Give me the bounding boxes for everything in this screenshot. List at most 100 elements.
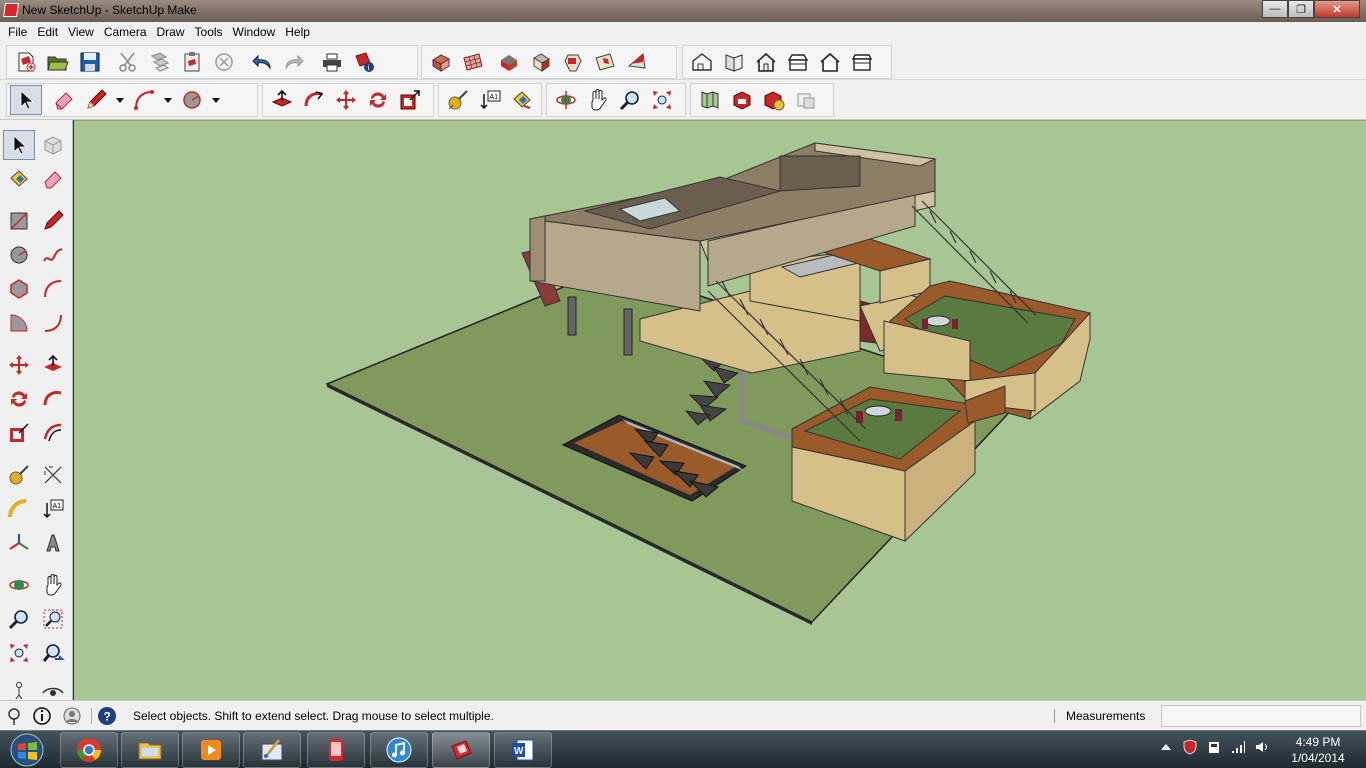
hidden-line-button[interactable] bbox=[782, 47, 814, 77]
left-push-pull-button[interactable] bbox=[37, 350, 69, 380]
right-view-button[interactable] bbox=[525, 47, 557, 77]
left-freehand-button[interactable] bbox=[37, 240, 69, 270]
left-select-button[interactable] bbox=[3, 130, 35, 160]
pan-tool-button[interactable] bbox=[582, 85, 614, 115]
back-edges-button[interactable] bbox=[718, 47, 750, 77]
zoom-extents-button[interactable] bbox=[646, 85, 678, 115]
eraser-tool-button[interactable] bbox=[48, 85, 80, 115]
taskbar-chrome[interactable] bbox=[60, 732, 118, 768]
taskbar-word[interactable]: W bbox=[494, 732, 552, 768]
arc-tool-button[interactable] bbox=[128, 85, 160, 115]
paint-bucket-tool-button[interactable] bbox=[506, 85, 538, 115]
cut-button[interactable] bbox=[112, 47, 144, 77]
redo-button[interactable] bbox=[278, 47, 310, 77]
left-paint-bucket-button[interactable] bbox=[3, 164, 35, 194]
xray-style-button[interactable] bbox=[686, 47, 718, 77]
left-rotate-button[interactable] bbox=[3, 384, 35, 414]
text-tool-button[interactable]: A1 bbox=[474, 85, 506, 115]
user-account-icon[interactable] bbox=[62, 706, 82, 726]
print-button[interactable] bbox=[316, 47, 348, 77]
left-previous-view-button[interactable] bbox=[37, 638, 69, 668]
left-polygon-button[interactable] bbox=[3, 274, 35, 304]
shape-tool-button[interactable] bbox=[176, 85, 208, 115]
show-hidden-icons-chevron-up-icon[interactable] bbox=[1158, 739, 1174, 755]
left-view-button[interactable] bbox=[589, 47, 621, 77]
credits-icon[interactable] bbox=[32, 706, 52, 726]
wireframe-button[interactable] bbox=[750, 47, 782, 77]
share-model-button[interactable] bbox=[758, 85, 790, 115]
front-view-button[interactable] bbox=[493, 47, 525, 77]
line-tool-button[interactable] bbox=[80, 85, 112, 115]
volume-icon[interactable] bbox=[1254, 739, 1270, 755]
get-models-button[interactable] bbox=[726, 85, 758, 115]
shape-dropdown-button[interactable] bbox=[208, 85, 224, 115]
copy-button[interactable] bbox=[144, 47, 176, 77]
left-offset-button[interactable] bbox=[37, 418, 69, 448]
taskbar-phone-app[interactable] bbox=[307, 732, 365, 768]
move-tool-button[interactable] bbox=[330, 85, 362, 115]
extension-warehouse-button[interactable] bbox=[790, 85, 822, 115]
left-protractor-button[interactable] bbox=[3, 494, 35, 524]
menu-draw[interactable]: Draw bbox=[152, 25, 190, 39]
taskbar-explorer[interactable] bbox=[121, 732, 179, 768]
left-rectangle-button[interactable] bbox=[3, 206, 35, 236]
left-text-button[interactable]: A1 bbox=[37, 494, 69, 524]
left-orbit-button[interactable] bbox=[3, 570, 35, 600]
arc-dropdown-button[interactable] bbox=[160, 85, 176, 115]
iso-view-button[interactable] bbox=[425, 47, 457, 77]
left-pie-button[interactable] bbox=[3, 308, 35, 338]
taskbar-paint[interactable] bbox=[243, 732, 301, 768]
left-line-button[interactable] bbox=[37, 206, 69, 236]
left-dimension-button[interactable] bbox=[37, 460, 69, 490]
menu-edit[interactable]: Edit bbox=[32, 25, 63, 39]
left-zoom-extents-button[interactable] bbox=[3, 638, 35, 668]
taskbar-media-player[interactable] bbox=[182, 732, 240, 768]
close-button[interactable]: ✕ bbox=[1314, 0, 1360, 18]
minimize-button[interactable]: — bbox=[1262, 0, 1288, 18]
line-dropdown-button[interactable] bbox=[112, 85, 128, 115]
left-circle-button[interactable] bbox=[3, 240, 35, 270]
back-view-button[interactable] bbox=[557, 47, 589, 77]
taskbar-itunes[interactable] bbox=[370, 732, 428, 768]
orbit-tool-button[interactable] bbox=[550, 85, 582, 115]
left-zoom-window-button[interactable] bbox=[37, 604, 69, 634]
left-3d-text-button[interactable] bbox=[37, 528, 69, 558]
left-tape-measure-button[interactable] bbox=[3, 460, 35, 490]
menu-file[interactable]: File bbox=[3, 25, 32, 39]
network-signal-icon[interactable] bbox=[1230, 739, 1246, 755]
left-scale-button[interactable] bbox=[3, 418, 35, 448]
rotate-tool-button[interactable] bbox=[362, 85, 394, 115]
start-orb-icon[interactable] bbox=[4, 732, 50, 768]
model-info-button[interactable]: i bbox=[348, 47, 380, 77]
menu-tools[interactable]: Tools bbox=[190, 25, 228, 39]
menu-window[interactable]: Window bbox=[228, 25, 281, 39]
left-3point-arc-button[interactable] bbox=[37, 308, 69, 338]
paste-button[interactable] bbox=[176, 47, 208, 77]
taskbar-sketchup[interactable] bbox=[432, 732, 490, 768]
left-eraser-button[interactable] bbox=[37, 164, 69, 194]
open-button[interactable] bbox=[42, 47, 74, 77]
model-viewport[interactable] bbox=[74, 120, 1366, 700]
left-move-button[interactable] bbox=[3, 350, 35, 380]
measurements-input[interactable] bbox=[1161, 705, 1361, 727]
maximize-button[interactable]: ❐ bbox=[1288, 0, 1314, 18]
tape-measure-tool-button[interactable] bbox=[442, 85, 474, 115]
push-pull-tool-button[interactable] bbox=[266, 85, 298, 115]
menu-camera[interactable]: Camera bbox=[99, 25, 152, 39]
select-tool-button[interactable] bbox=[10, 85, 42, 115]
save-button[interactable] bbox=[74, 47, 106, 77]
help-icon[interactable]: ? bbox=[97, 706, 117, 726]
zoom-tool-button[interactable] bbox=[614, 85, 646, 115]
menu-help[interactable]: Help bbox=[280, 25, 315, 39]
left-follow-me-button[interactable] bbox=[37, 384, 69, 414]
shaded-textures-button[interactable] bbox=[846, 47, 878, 77]
left-component-button[interactable] bbox=[37, 130, 69, 160]
device-icon[interactable] bbox=[1206, 739, 1222, 755]
left-zoom-button[interactable] bbox=[3, 604, 35, 634]
shaded-button[interactable] bbox=[814, 47, 846, 77]
left-axes-button[interactable] bbox=[3, 528, 35, 558]
bottom-view-button[interactable] bbox=[621, 47, 653, 77]
scale-tool-button[interactable] bbox=[394, 85, 426, 115]
menu-view[interactable]: View bbox=[63, 25, 99, 39]
new-file-button[interactable] bbox=[10, 47, 42, 77]
